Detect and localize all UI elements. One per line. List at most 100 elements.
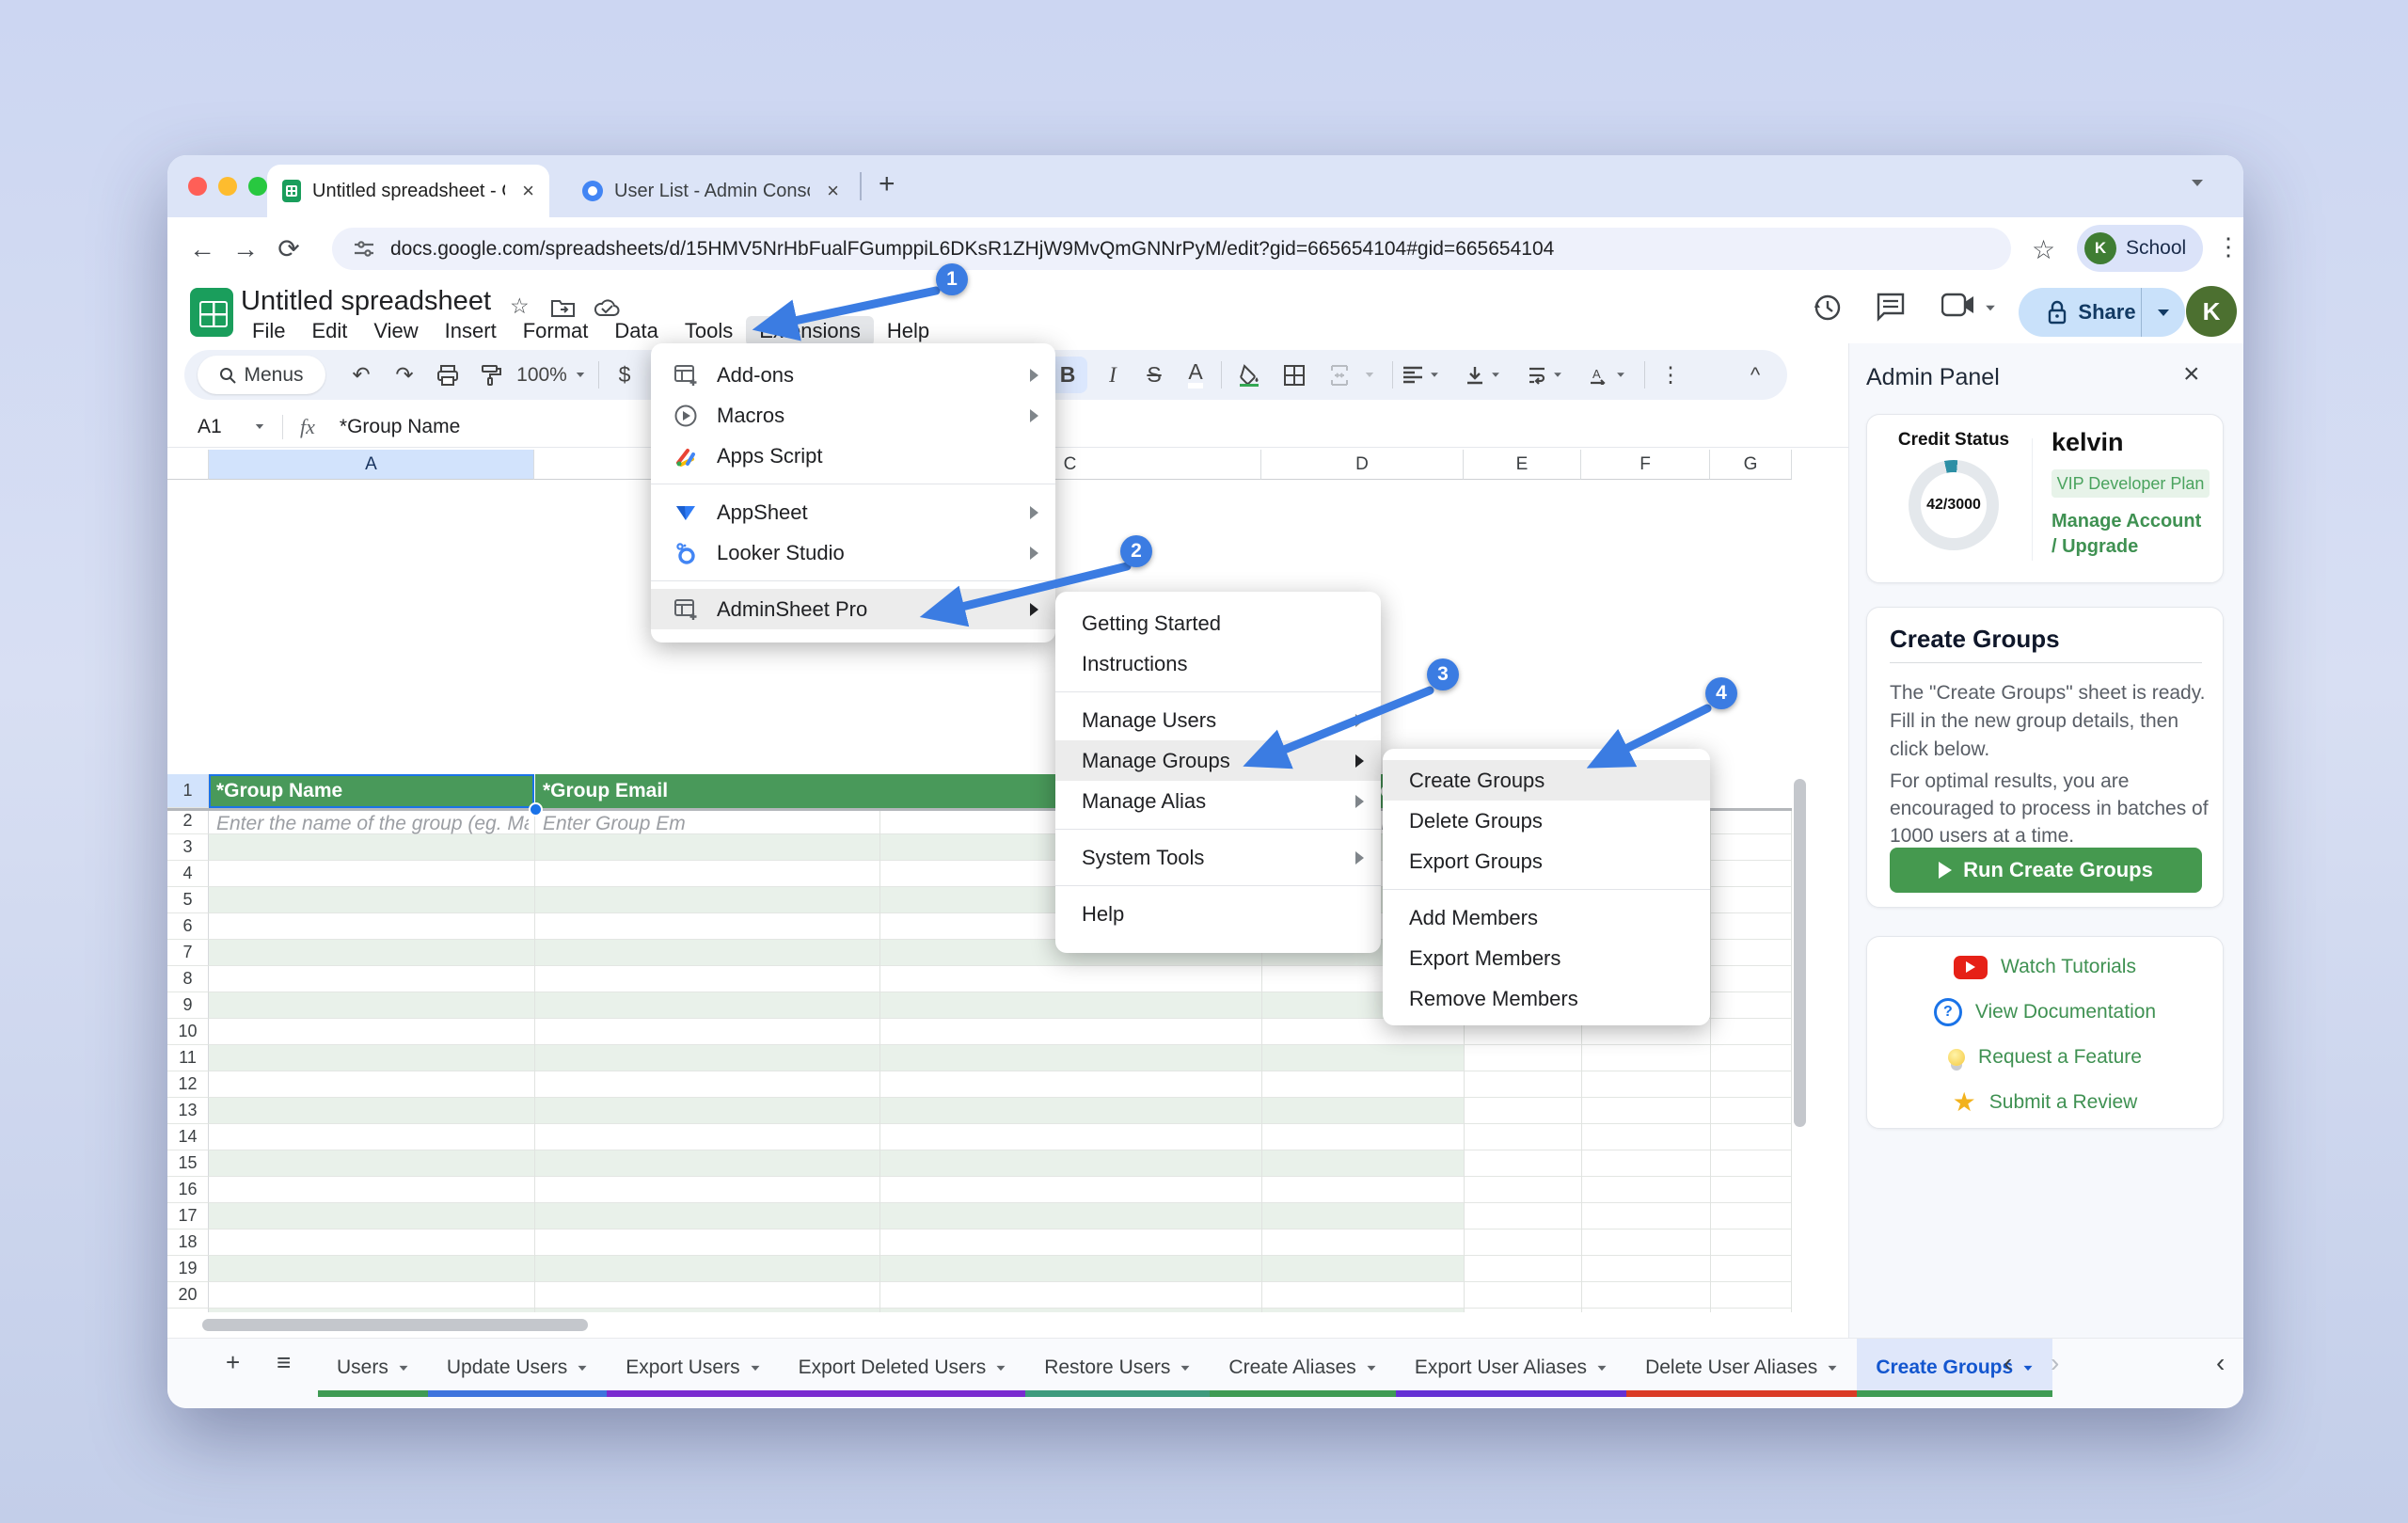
back-icon[interactable]: ← [181,234,224,264]
appmenu-tools[interactable]: Tools [672,316,746,346]
account-avatar[interactable]: K [2186,286,2237,337]
name-box-dropdown-icon[interactable] [256,424,263,429]
url-field[interactable]: docs.google.com/spreadsheets/d/15HMV5NrH… [332,228,2011,270]
column-header-e[interactable]: E [1464,450,1581,480]
browser-menu-icon[interactable]: ⋮ [2216,232,2242,262]
sheet-row-15[interactable] [209,1150,1792,1177]
menu-item-manage-alias[interactable]: Manage Alias [1055,781,1381,821]
close-panel-icon[interactable]: × [2183,358,2200,390]
manage-account-link[interactable]: Manage Account / Upgrade [2052,509,2211,560]
sheet-tab-users[interactable]: Users [318,1339,428,1397]
sheet-tab-restore-users[interactable]: Restore Users [1025,1339,1210,1397]
row-header-20[interactable]: 20 [167,1282,209,1309]
appmenu-insert[interactable]: Insert [432,316,510,346]
menu-item-appsheet[interactable]: AppSheet [651,492,1055,532]
tab-scroll-left-icon[interactable]: ‹ [2004,1348,2012,1378]
all-sheets-icon[interactable]: ≡ [277,1348,291,1377]
appmenu-format[interactable]: Format [510,316,602,346]
sheet-tab-menu-icon[interactable] [1181,1365,1190,1370]
redo-icon[interactable]: ↷ [384,350,425,400]
sheet-row-14[interactable] [209,1124,1792,1150]
menu-item-manage-users[interactable]: Manage Users [1055,700,1381,740]
column-header-f[interactable]: F [1581,450,1710,480]
cell-b2[interactable]: Enter Group Em [543,813,872,834]
row-header-3[interactable]: 3 [167,834,209,861]
menu-item-system-tools[interactable]: System Tools [1055,837,1381,878]
sheet-tab-create-groups[interactable]: Create Groups [1857,1339,2052,1397]
version-history-icon[interactable] [1811,292,1843,324]
vertical-scrollbar[interactable] [1794,779,1806,1127]
zoom-window-button[interactable] [248,177,267,196]
appmenu-data[interactable]: Data [601,316,671,346]
row-header-2[interactable]: 2 [167,808,209,834]
sheet-row-12[interactable] [209,1071,1792,1098]
menu-item-instructions[interactable]: Instructions [1055,643,1381,684]
row-header-8[interactable]: 8 [167,966,209,992]
menu-item-export-groups[interactable]: Export Groups [1383,841,1710,881]
row-header-4[interactable]: 4 [167,861,209,887]
row-header-1[interactable]: 1 [167,774,209,808]
menu-item-create-groups[interactable]: Create Groups [1383,760,1710,801]
sheet-tab-update-users[interactable]: Update Users [428,1339,607,1397]
format-currency-button[interactable]: $ [606,350,643,400]
row-header-15[interactable]: 15 [167,1150,209,1177]
horizontal-align-icon[interactable] [1400,350,1443,400]
borders-icon[interactable] [1274,350,1315,400]
row-header-11[interactable]: 11 [167,1045,209,1071]
print-icon[interactable] [427,350,468,400]
strikethrough-button[interactable]: S [1134,350,1174,400]
sheet-tab-menu-icon[interactable] [751,1365,759,1370]
menu-item-looker-studio[interactable]: Looker Studio [651,532,1055,573]
row-header-5[interactable]: 5 [167,887,209,913]
sheet-row-13[interactable] [209,1098,1792,1124]
sheet-row-21[interactable] [209,1309,1792,1312]
text-rotation-icon[interactable]: A [1586,350,1629,400]
row-header-13[interactable]: 13 [167,1098,209,1124]
link-request-a-feature[interactable]: Request a Feature [1867,1035,2223,1080]
name-box[interactable]: A1 [198,416,254,438]
cell-a2[interactable]: Enter the name of the group (eg. Marketi… [216,813,529,834]
close-window-button[interactable] [188,177,207,196]
paint-format-icon[interactable] [470,350,512,400]
row-header-14[interactable]: 14 [167,1124,209,1150]
sheet-row-17[interactable] [209,1203,1792,1230]
appmenu-help[interactable]: Help [874,316,943,346]
star-document-icon[interactable]: ☆ [510,293,530,319]
sheet-tab-menu-icon[interactable] [2024,1365,2033,1370]
collapse-toolbar-icon[interactable]: ^ [1735,350,1776,400]
browser-tab-spreadsheet[interactable]: Untitled spreadsheet - Googl × [267,165,549,217]
horizontal-scrollbar[interactable] [202,1319,588,1331]
zoom-select[interactable]: 100% [515,350,587,400]
reload-icon[interactable]: ⟳ [267,233,310,264]
browser-tab-admin-console[interactable]: User List - Admin Console × [567,165,854,217]
menu-item-export-members[interactable]: Export Members [1383,938,1710,978]
new-tab-button[interactable]: + [879,168,895,200]
forward-icon[interactable]: → [224,234,267,264]
menus-search-button[interactable]: Menus [198,356,325,394]
sheet-tab-menu-icon[interactable] [578,1365,587,1370]
sheet-row-19[interactable] [209,1256,1792,1282]
cloud-status-icon[interactable] [593,297,621,318]
menu-item-getting-started[interactable]: Getting Started [1055,603,1381,643]
italic-button[interactable]: I [1093,350,1133,400]
appmenu-view[interactable]: View [360,316,431,346]
select-all-corner[interactable] [167,450,209,480]
column-header-a[interactable]: A [209,450,534,480]
sheet-row-20[interactable] [209,1282,1792,1309]
sheet-tab-menu-icon[interactable] [1598,1365,1607,1370]
menu-item-add-ons[interactable]: Add-ons [651,355,1055,395]
tab-search-chevron-icon[interactable] [2192,180,2203,186]
row-header-16[interactable]: 16 [167,1177,209,1203]
selection-fill-handle[interactable] [529,802,543,817]
close-tab-icon[interactable]: × [522,179,534,203]
browser-profile-chip[interactable]: K School [2077,225,2203,272]
add-sheet-icon[interactable]: + [226,1348,240,1377]
sheet-row-18[interactable] [209,1230,1792,1256]
sheet-tab-delete-user-aliases[interactable]: Delete User Aliases [1626,1339,1857,1397]
row-header-19[interactable]: 19 [167,1256,209,1282]
link-submit-a-review[interactable]: ★Submit a Review [1867,1080,2223,1125]
sheet-tab-export-user-aliases[interactable]: Export User Aliases [1396,1339,1626,1397]
vertical-align-icon[interactable] [1462,350,1505,400]
row-header-21[interactable]: 21 [167,1309,209,1312]
meet-dropdown-icon[interactable] [1985,305,1996,311]
